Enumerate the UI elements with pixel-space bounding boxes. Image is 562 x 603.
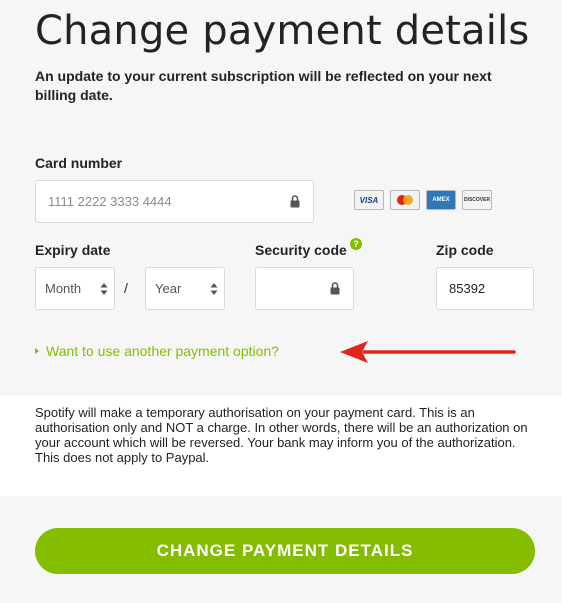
security-code-input[interactable] (255, 267, 354, 310)
help-icon[interactable]: ? (350, 238, 362, 250)
lock-icon (330, 282, 340, 295)
lock-icon (290, 195, 300, 208)
zip-code-value: 85392 (449, 281, 486, 296)
expiry-month-value: Month (45, 281, 82, 296)
expiry-separator: / (124, 280, 128, 296)
visa-logo-text: VISA (359, 195, 379, 205)
authorization-notice-text: Spotify will make a temporary authorisat… (35, 405, 528, 465)
amex-logo: AMEX (426, 190, 456, 210)
page-subtitle: An update to your current subscription w… (35, 68, 492, 103)
discover-logo-text: DISCOVER (463, 197, 491, 203)
expand-triangle-icon (35, 348, 39, 354)
zip-code-label: Zip code (436, 242, 494, 258)
select-arrows-icon (210, 282, 218, 295)
card-number-input[interactable]: 1111 2222 3333 4444 (35, 180, 314, 223)
mastercard-logo (390, 190, 420, 210)
authorization-notice: Spotify will make a temporary authorisat… (0, 396, 562, 496)
page-title: Change payment details (35, 8, 530, 54)
amex-logo-text: AMEX (432, 197, 450, 203)
select-arrows-icon (100, 282, 108, 295)
security-code-label: Security code (255, 242, 347, 258)
expiry-month-select[interactable]: Month (35, 267, 115, 310)
expiry-year-select[interactable]: Year (145, 267, 225, 310)
change-payment-details-button[interactable]: CHANGE PAYMENT DETAILS (35, 528, 535, 574)
alt-payment-link-text: Want to use another payment option? (46, 343, 279, 359)
card-number-label: Card number (35, 155, 123, 171)
expiry-date-label: Expiry date (35, 242, 111, 258)
zip-code-input[interactable]: 85392 (436, 267, 534, 310)
alt-payment-toggle[interactable]: Want to use another payment option? (35, 343, 279, 359)
mastercard-circles-icon (397, 195, 413, 205)
card-number-placeholder: 1111 2222 3333 4444 (48, 194, 172, 209)
annotation-arrow-icon (340, 341, 516, 363)
discover-logo: DISCOVER (462, 190, 492, 210)
expiry-year-value: Year (155, 281, 182, 296)
visa-logo: VISA (354, 190, 384, 210)
